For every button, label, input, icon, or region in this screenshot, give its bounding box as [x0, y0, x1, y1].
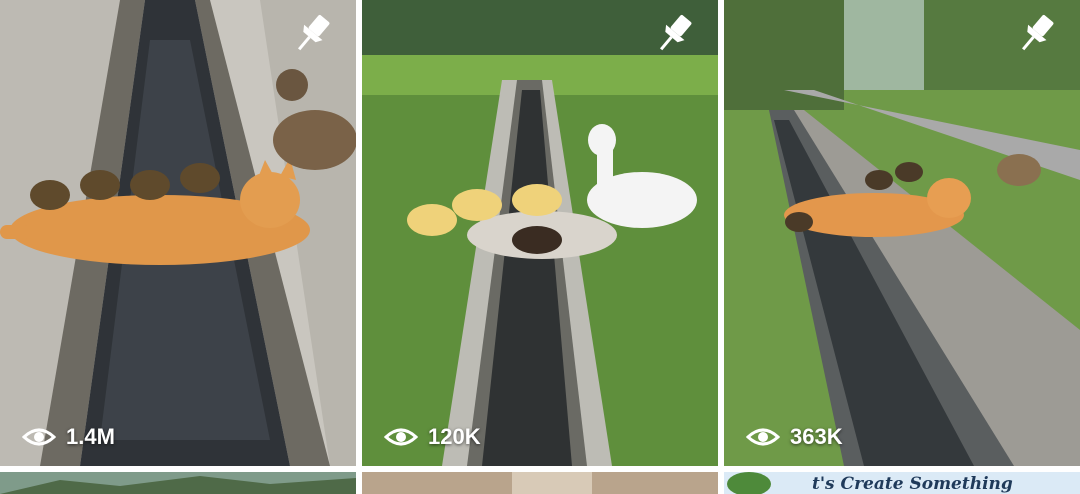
view-count-text: 1.4M: [66, 424, 115, 449]
thumbnail-image: [0, 472, 356, 494]
video-tile-1[interactable]: 1.4M: [0, 0, 356, 466]
thumbnail-image: [362, 0, 718, 466]
thumbnail-image: [362, 472, 718, 494]
thumbnail-caption: t's Create Something: [812, 474, 1013, 494]
view-count: 120K: [384, 424, 481, 450]
video-tile-5[interactable]: [362, 472, 718, 494]
video-tile-3[interactable]: 363K: [724, 0, 1080, 466]
pin-icon[interactable]: [288, 10, 336, 58]
pin-icon[interactable]: [650, 10, 698, 58]
eye-icon: [384, 428, 418, 446]
pin-icon[interactable]: [1012, 10, 1060, 58]
view-count-text: 120K: [428, 424, 481, 449]
thumbnail-image: [724, 0, 1080, 466]
video-tile-6[interactable]: t's Create Something: [724, 472, 1080, 494]
view-count: 363K: [746, 424, 843, 450]
thumbnail-image: [0, 0, 356, 466]
view-count-text: 363K: [790, 424, 843, 449]
video-tile-2[interactable]: 120K: [362, 0, 718, 466]
view-count: 1.4M: [22, 424, 115, 450]
eye-icon: [22, 428, 56, 446]
eye-icon: [746, 428, 780, 446]
video-tile-4[interactable]: [0, 472, 356, 494]
